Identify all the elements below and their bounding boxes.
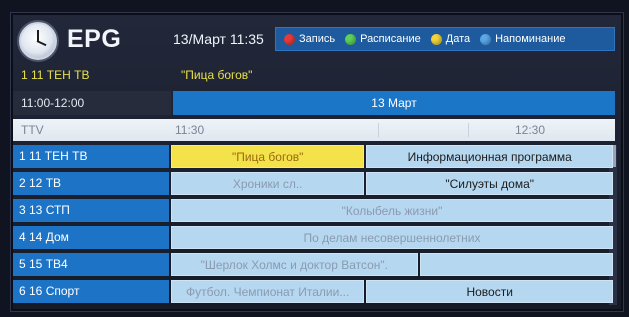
program-cell[interactable]: "Колыбель жизни" [171,199,613,222]
legend-date[interactable]: Дата [430,33,471,45]
program-track: Футбол. Чемпионат Италии... Новости [171,280,615,303]
current-program: "Пица богов" [181,68,253,82]
red-button-icon [284,33,295,45]
color-key-legend: Запись Расписание Дата Напоминание [275,27,615,51]
timeline-bar: TTV 11:30 12:30 [13,119,615,141]
timeline-tick [468,123,469,137]
channel-row: 4 14 Дом По делам несовершеннолетних [13,226,615,249]
program-grid: 1 11 ТЕН ТВ "Пица богов" Информационная … [13,145,617,307]
clock-icon [19,22,57,60]
timeline-tick [378,123,379,137]
blue-button-icon [480,33,492,45]
legend-reminder[interactable]: Напоминание [480,33,565,45]
timeline-channel-label: TTV [21,123,44,137]
program-cell[interactable]: Информационная программа [366,145,613,168]
program-cell[interactable]: Новости [366,280,613,303]
program-track: "Пица богов" Информационная программа [171,145,615,168]
program-cell[interactable] [419,253,613,276]
program-cell[interactable]: "Шерлок Холмс и доктор Ватсон". [171,253,418,276]
program-cell[interactable]: Хроники сл.. [171,172,365,195]
timeline-label-1230: 12:30 [514,123,545,137]
program-track: "Шерлок Холмс и доктор Ватсон". [171,253,615,276]
program-track: По делам несовершеннолетних [171,226,615,249]
program-cell[interactable]: "Силуэты дома" [366,172,613,195]
epg-header: EPG 13/Март 11:35 Запись Расписание Дата… [13,16,615,60]
channel-name[interactable]: 1 11 ТЕН ТВ [13,145,169,168]
date-header[interactable]: 13 Март [173,91,615,115]
channel-name[interactable]: 6 16 Спорт [13,280,169,303]
channel-row: 1 11 ТЕН ТВ "Пица богов" Информационная … [13,145,615,168]
legend-record-label: Запись [299,33,336,45]
program-cell[interactable]: Футбол. Чемпионат Италии... [171,280,365,303]
program-track: Хроники сл.. "Силуэты дома" [171,172,615,195]
legend-reminder-label: Напоминание [495,33,566,45]
program-cell[interactable]: "Пица богов" [171,145,365,168]
legend-schedule-label: Расписание [360,33,421,45]
time-range-row: 11:00-12:00 13 Март [13,91,615,117]
program-cell[interactable]: По делам несовершеннолетних [171,226,613,249]
channel-row: 3 13 СТП "Колыбель жизни" [13,199,615,222]
channel-name[interactable]: 3 13 СТП [13,199,169,222]
current-datetime: 13/Март 11:35 [173,31,264,47]
channel-row: 2 12 ТВ Хроники сл.. "Силуэты дома" [13,172,615,195]
channel-row: 6 16 Спорт Футбол. Чемпионат Италии... Н… [13,280,615,303]
green-button-icon [345,33,357,45]
channel-name[interactable]: 5 15 ТВ4 [13,253,169,276]
channel-row: 5 15 ТВ4 "Шерлок Холмс и доктор Ватсон". [13,253,615,276]
channel-name[interactable]: 4 14 Дом [13,226,169,249]
channel-name[interactable]: 2 12 ТВ [13,172,169,195]
legend-record[interactable]: Запись [284,33,335,45]
epg-title: EPG [67,25,122,53]
legend-schedule[interactable]: Расписание [345,33,421,45]
tv-screen: EPG 13/Март 11:35 Запись Расписание Дата… [0,0,629,317]
program-track: "Колыбель жизни" [171,199,615,222]
current-channel: 1 11 ТЕН ТВ [21,68,90,82]
legend-date-label: Дата [445,33,471,45]
time-range: 11:00-12:00 [13,91,171,115]
yellow-button-icon [430,33,442,45]
current-selection-info: 1 11 ТЕН ТВ "Пица богов" [13,62,615,88]
timeline-label-1130: 11:30 [175,123,205,137]
